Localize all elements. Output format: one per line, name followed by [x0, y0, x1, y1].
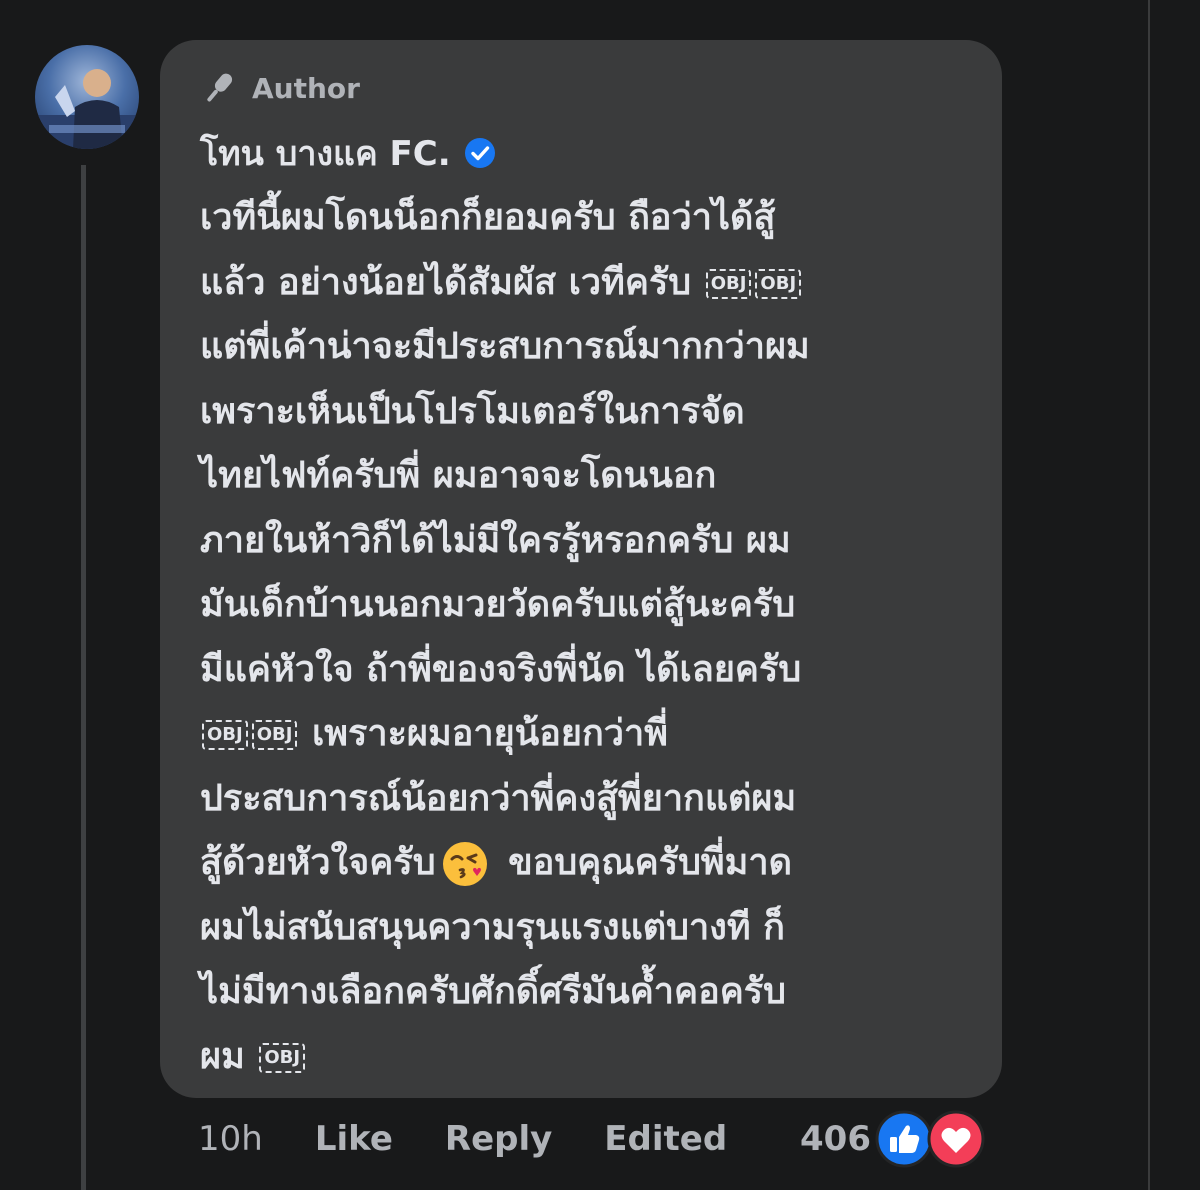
comment-line: OBJ OBJ เพราะผมอายุน้อยกว่าพี่ [200, 702, 972, 767]
like-icon [875, 1110, 933, 1168]
comment-line: ประสบการณ์น้อยกว่าพี่คงสู้พี่ยากแต่ผม [200, 777, 797, 819]
kiss-emoji-icon [442, 842, 487, 886]
comment-bubble: Author โทน บางแค FC. เวทีนี้ผมโดนน็อกก็ย… [160, 40, 1002, 1098]
comment-line: แต่พี่เค้าน่าจะมีประสบการณ์มากกว่าผม [200, 326, 810, 367]
author-row: โทน บางแค FC. [200, 122, 972, 184]
comment-line: ผม OBJ [200, 1025, 972, 1090]
unsupported-glyph: OBJ [251, 720, 298, 750]
comment-line: ภายในห้าวิก็ได้ไม่มีใครรู้หรอกครับ ผม [200, 519, 791, 561]
author-badge-label: Author [252, 71, 360, 105]
unsupported-glyph: OBJ [202, 720, 248, 750]
comment-line: ไทยไฟท์ครับพี่ ผมอาจจะโดนนอก [200, 455, 717, 496]
comment-line: ผมไม่สนับสนุนความรุนแรงแต่บางที ก็ [200, 906, 785, 948]
microphone-icon [207, 73, 233, 102]
author-badge: Author [200, 60, 972, 116]
comment-text: เวทีนี้ผมโดนน็อกก็ยอมครับ ถือว่าได้สู้ แ… [200, 186, 972, 1089]
verified-badge-icon [464, 138, 495, 168]
reply-thread-line [81, 165, 86, 1190]
reaction-summary[interactable]: 406 [800, 1108, 985, 1170]
comment-line: แล้ว อย่างน้อยได้สัมผัส เวทีครับ OBJ OBJ [200, 251, 972, 316]
edited-label[interactable]: Edited [604, 1119, 727, 1159]
comment-line: สู้ด้วยหัวใจครับ ขอบคุณครับพี่มาด [200, 831, 972, 896]
comment-screen: Author โทน บางแค FC. เวทีนี้ผมโดนน็อกก็ย… [0, 0, 1200, 1190]
comment-actions: 10h Like Reply Edited [198, 1108, 727, 1170]
like-button[interactable]: Like [315, 1119, 393, 1159]
avatar[interactable] [35, 45, 139, 149]
unsupported-glyph: OBJ [259, 1042, 306, 1073]
comment-line: มันเด็กบ้านนอกมวยวัดครับแต่สู้นะครับ [200, 584, 796, 625]
author-name[interactable]: โทน บางแค FC. [200, 126, 451, 180]
panel-divider [1148, 0, 1150, 1190]
unsupported-glyph: OBJ [755, 268, 802, 299]
reaction-count: 406 [800, 1119, 871, 1159]
reply-button[interactable]: Reply [445, 1119, 552, 1159]
comment-line: ไม่มีทางเลือกครับศักดิ์ศรีมันค้ำคอครับ [200, 971, 786, 1012]
comment-line: มีแค่หัวใจ ถ้าพี่ของจริงพี่นัด ได้เลยครั… [200, 648, 802, 690]
comment-line: เพราะเห็นเป็นโปรโมเตอร์ในการจัด [200, 390, 745, 432]
comment-line: เวทีนี้ผมโดนน็อกก็ยอมครับ ถือว่าได้สู้ [200, 197, 776, 238]
love-icon [927, 1110, 985, 1168]
profile-photo-icon [35, 69, 139, 149]
unsupported-glyph: OBJ [705, 268, 752, 299]
comment-timestamp[interactable]: 10h [198, 1119, 263, 1159]
